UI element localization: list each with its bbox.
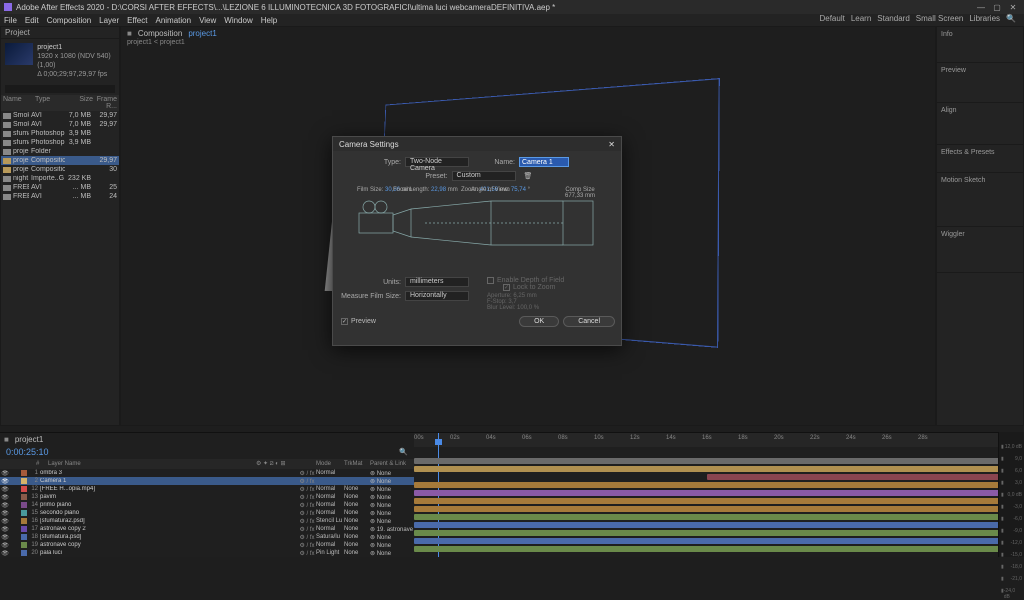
project-item[interactable]: night v...per.jpgImporte..G232 KB (1, 174, 119, 183)
workspace-libraries[interactable]: Libraries (969, 14, 1000, 23)
layer-row[interactable]: 👁1ombra 3⚙ / fxNormal⊚ None (0, 469, 414, 477)
selected-item-name: project1 (37, 43, 115, 52)
window-title: Adobe After Effects 2020 - D:\CORSI AFTE… (16, 3, 974, 12)
project-item[interactable]: sfumatura2.psdPhotoshop3,9 MB (1, 129, 119, 138)
layer-row[interactable]: 👁18[sfumatura.psd]⚙ / fxSatura/luNone⊚ N… (0, 533, 414, 541)
cancel-button[interactable]: Cancel (563, 316, 615, 327)
panel-preview[interactable]: Preview (941, 67, 1019, 74)
trash-icon[interactable]: 🗑 (524, 172, 533, 180)
search-icon[interactable]: 🔍 (1006, 14, 1016, 23)
playhead-marker[interactable] (435, 439, 442, 445)
selected-item-meta2: Δ 0;00;29;97,29,97 fps (37, 70, 115, 79)
comp-tab-name[interactable]: project1 (188, 29, 216, 38)
measure-select[interactable]: Horizontally (405, 291, 469, 301)
project-panel: Project project1 1920 x 1080 (NDV 540) (… (0, 26, 120, 426)
col-name[interactable]: Name (3, 96, 35, 110)
angle-value[interactable]: 75,74 (511, 187, 526, 193)
right-panels: Info Preview Align Effects & Presets Mot… (936, 26, 1024, 426)
focal-value[interactable]: 22,98 (431, 187, 446, 193)
type-select[interactable]: Two-Node Camera (405, 157, 469, 167)
layer-row[interactable]: 👁2Camera 1⚙ / fx⊚ None (0, 477, 414, 485)
panel-info[interactable]: Info (941, 31, 1019, 38)
project-item[interactable]: sfumatura.psdPhotoshop3,9 MB (1, 138, 119, 147)
workspace-tabs: Default Learn Standard Small Screen Libr… (819, 14, 1016, 23)
menu-file[interactable]: File (4, 16, 17, 25)
camera-diagram: Zoom: 401,56 mm Film Size: 30,86 mm Angl… (341, 187, 613, 271)
panel-align[interactable]: Align (941, 107, 1019, 114)
menu-animation[interactable]: Animation (155, 16, 191, 25)
project-thumbnail (5, 43, 33, 65)
units-label: Units: (341, 279, 401, 286)
menu-composition[interactable]: Composition (47, 16, 91, 25)
close-button[interactable]: ✕ (1006, 2, 1020, 12)
preset-select[interactable]: Custom (452, 171, 516, 181)
workspace-small[interactable]: Small Screen (916, 14, 964, 23)
workspace-learn[interactable]: Learn (851, 14, 871, 23)
project-item[interactable]: FREE HD...mp4AVI... MB24 (1, 192, 119, 201)
panel-effects[interactable]: Effects & Presets (941, 149, 1019, 156)
camera-settings-dialog: Camera Settings ✕ Type: Two-Node Camera … (332, 136, 622, 346)
panel-wiggler[interactable]: Wiggler (941, 231, 1019, 238)
layer-row[interactable]: 👁20pala luci⚙ / fxPin LightNone⊚ None (0, 549, 414, 557)
timecode[interactable]: 0:00:25:10 (6, 447, 49, 457)
panel-motion-sketch[interactable]: Motion Sketch (941, 177, 1019, 184)
dialog-close-icon[interactable]: ✕ (608, 140, 615, 149)
project-item[interactable]: project1 LayersFolder (1, 147, 119, 156)
layer-row[interactable]: 👁17astronave copy 2⚙ / fxNormalNone⊚ 19.… (0, 525, 414, 533)
titlebar: Adobe After Effects 2020 - D:\CORSI AFTE… (0, 0, 1024, 14)
project-item[interactable]: Smoke G...mp4AVI7,0 MB29,97 (1, 111, 119, 120)
lock-zoom-checkbox[interactable]: ✓ (503, 284, 510, 291)
menu-layer[interactable]: Layer (99, 16, 119, 25)
menu-help[interactable]: Help (261, 16, 277, 25)
minimize-button[interactable]: — (974, 2, 988, 12)
selected-item-meta1: 1920 x 1080 (NDV 540) (1,00) (37, 52, 115, 70)
layer-row[interactable]: 👁15secondo piano⚙ / fxNormalNone⊚ None (0, 509, 414, 517)
project-item[interactable]: project1Composition30 (1, 165, 119, 174)
menu-view[interactable]: View (199, 16, 216, 25)
type-label: Type: (341, 159, 401, 166)
camera-diagram-svg (351, 193, 601, 269)
preview-checkbox[interactable]: ✓ (341, 318, 348, 325)
app-icon (4, 3, 12, 11)
layer-row[interactable]: 👁13pavim⚙ / fxNormalNone⊚ None (0, 493, 414, 501)
audio-meter: ▮12,0 dB▮9,0▮6,0▮3,0▮0,0 dB▮-3,0▮-6,0▮-9… (998, 432, 1024, 557)
project-tab[interactable]: Project (5, 28, 30, 37)
dialog-title: Camera Settings (339, 140, 399, 149)
name-input[interactable] (519, 157, 569, 167)
comp-tab-prefix: Composition (138, 29, 182, 38)
project-search[interactable] (5, 85, 115, 93)
layer-row[interactable]: 👁16[sfumatura2.psd]⚙ / fxStencil LuNone⊚… (0, 517, 414, 525)
name-label: Name: (489, 159, 515, 166)
timeline-tracks[interactable]: 00s02s04s06s08s10s12s14s16s18s20s22s24s2… (414, 433, 1024, 557)
timeline-search-icon[interactable]: 🔍 (399, 448, 408, 456)
col-framerate[interactable]: Frame R... (93, 96, 117, 110)
col-type[interactable]: Type (35, 96, 69, 110)
comp-breadcrumb[interactable]: project1 < project1 (121, 39, 935, 49)
project-item[interactable]: FREE HD...mp4AVI... MB25 (1, 183, 119, 192)
col-size[interactable]: Size (69, 96, 93, 110)
timeline-tab[interactable]: project1 (15, 435, 43, 444)
units-select[interactable]: millimeters (405, 277, 469, 287)
workspace-default[interactable]: Default (819, 14, 844, 23)
maximize-button[interactable]: ▢ (990, 2, 1004, 12)
time-ruler[interactable]: 00s02s04s06s08s10s12s14s16s18s20s22s24s2… (414, 433, 1024, 447)
ok-button[interactable]: OK (519, 316, 559, 327)
menu-edit[interactable]: Edit (25, 16, 39, 25)
project-item[interactable]: project2Composition29,97 (1, 156, 119, 165)
workspace-standard[interactable]: Standard (877, 14, 909, 23)
preset-label: Preset: (422, 173, 448, 180)
menu-window[interactable]: Window (224, 16, 252, 25)
layer-row[interactable]: 👁19astronave copy⚙ / fxNormalNone⊚ None (0, 541, 414, 549)
menu-effect[interactable]: Effect (127, 16, 147, 25)
layer-row[interactable]: 👁12[FREE H...opia.mp4]⚙ / fxNormalNone⊚ … (0, 485, 414, 493)
timeline-panel: ■ project1 0:00:25:10 🔍 # Layer Name ⚙ ✦… (0, 432, 1024, 557)
project-item[interactable]: Smoke G...mp4AVI7,0 MB29,97 (1, 120, 119, 129)
layer-row[interactable]: 👁14primo piano⚙ / fxNormalNone⊚ None (0, 501, 414, 509)
dof-checkbox[interactable] (487, 277, 494, 284)
measure-label: Measure Film Size: (341, 293, 401, 300)
